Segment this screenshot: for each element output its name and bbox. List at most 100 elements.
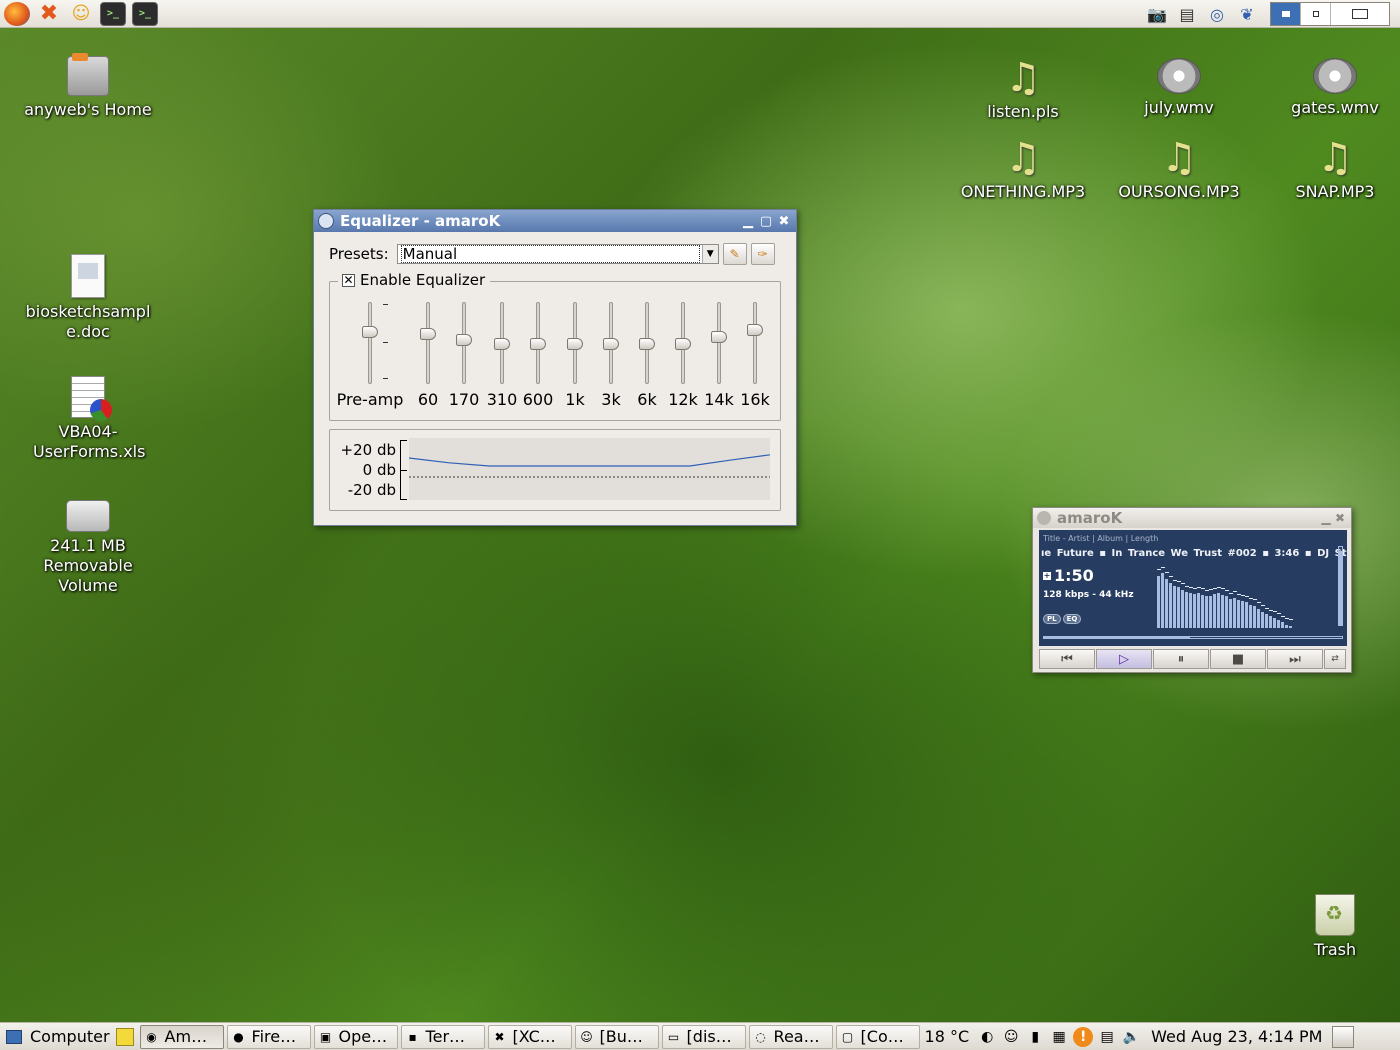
volume-icon[interactable]: 🔈 <box>1121 1027 1141 1047</box>
analyzer-peak <box>1265 607 1269 609</box>
pause-button[interactable]: ⏸ <box>1153 649 1209 669</box>
terminal-launcher[interactable]: >_ <box>100 1 126 26</box>
clipboard-icon[interactable]: ▤ <box>1097 1027 1117 1047</box>
network-icon[interactable]: ◐ <box>977 1027 997 1047</box>
slider-thumb[interactable] <box>494 338 510 350</box>
desktop-icon-biosketch[interactable]: biosketchsampl e.doc <box>13 254 163 342</box>
notes-icon[interactable] <box>115 1027 134 1046</box>
desktop-icon-onething[interactable]: ♫ ONETHING.MP3 <box>948 138 1098 202</box>
db-label-mid: 0 db <box>362 461 396 479</box>
taskbar-item[interactable]: ● Fire… <box>226 1024 311 1049</box>
slider-thumb[interactable] <box>362 326 378 338</box>
slider-thumb[interactable] <box>639 338 655 350</box>
volume-slider[interactable] <box>1338 546 1343 626</box>
analyzer-bar <box>1185 592 1188 628</box>
gaim-icon: ☺ <box>580 1029 593 1044</box>
band-slider-16k[interactable]: 16k <box>735 300 775 410</box>
playlist-toggle-button[interactable]: PL <box>1043 614 1061 624</box>
previous-button[interactable]: ⏮ <box>1039 649 1095 669</box>
close-button[interactable]: ✖ <box>1333 511 1347 525</box>
graph-axis <box>400 440 408 500</box>
desktop-icon-snap[interactable]: ♫ SNAP.MP3 <box>1260 138 1400 202</box>
minimize-button[interactable]: ▁ <box>740 213 756 229</box>
taskbar-item[interactable]: ◉ Am… <box>139 1024 224 1049</box>
analyzer-peak <box>1253 599 1257 601</box>
taskbar-item[interactable]: ☺ [Bu… <box>574 1024 659 1049</box>
terminal-icon: >_ <box>106 8 120 19</box>
taskbar-item[interactable]: ▢ [Co… <box>835 1024 920 1049</box>
taskbar-item-label: [Co… <box>860 1027 904 1046</box>
slider-thumb[interactable] <box>567 338 583 350</box>
desktop-icon-trash[interactable]: Trash <box>1260 894 1400 960</box>
slider-thumb[interactable] <box>456 334 472 346</box>
equalizer-titlebar[interactable]: Equalizer - amaroK ▁ ▢ ✖ <box>314 210 796 232</box>
player-titlebar[interactable]: amaroK ▁ ✖ <box>1033 508 1351 528</box>
stop-button[interactable]: ■ <box>1210 649 1266 669</box>
slider-thumb[interactable] <box>747 324 763 336</box>
music-note-icon: ♫ <box>1005 55 1041 101</box>
analyzer-bar <box>1157 575 1160 628</box>
equalizer-curve <box>408 454 771 478</box>
taskbar-item[interactable]: ▭ [dis… <box>661 1024 746 1049</box>
workspace-1[interactable] <box>1271 3 1301 25</box>
show-desktop-button[interactable] <box>1332 1025 1355 1048</box>
clock[interactable]: Wed Aug 23, 4:14 PM <box>1151 1027 1322 1046</box>
maximize-button[interactable]: ▢ <box>758 213 774 229</box>
close-button[interactable]: ✖ <box>776 213 792 229</box>
slider-thumb[interactable] <box>603 338 619 350</box>
computer-menu-button[interactable]: Computer <box>4 1025 116 1049</box>
gaim-tray-icon[interactable]: ☺ <box>1001 1027 1021 1047</box>
feeds-icon[interactable]: ❦ <box>1234 2 1260 26</box>
taskbar-item-label: [XC… <box>512 1027 556 1046</box>
manage-presets-button[interactable]: ✑ <box>750 243 775 265</box>
camera-icon[interactable]: 📷 <box>1144 2 1170 26</box>
workspace-2[interactable] <box>1301 3 1331 25</box>
analyzer-bar <box>1161 572 1164 628</box>
analyzer-bar <box>1205 596 1208 628</box>
track-progress-slider[interactable] <box>1043 636 1343 639</box>
workspace-3[interactable] <box>1331 3 1389 25</box>
weather-applet[interactable]: 18 °C <box>925 1027 970 1046</box>
terminal-launcher-2[interactable]: >_ <box>132 1 158 26</box>
spectrum-analyzer[interactable] <box>1157 566 1332 628</box>
taskbar-item[interactable]: ◌ Rea… <box>748 1024 833 1049</box>
desktop-icon-listen[interactable]: ♫ listen.pls <box>948 58 1098 122</box>
analyzer-bar <box>1273 617 1276 628</box>
xchat-launcher[interactable]: ✖ <box>36 1 62 26</box>
mode-button[interactable]: ⇄ <box>1324 649 1346 669</box>
enable-equalizer-toggle[interactable]: ✕ Enable Equalizer <box>338 271 491 289</box>
play-button[interactable]: ▷ <box>1096 649 1152 669</box>
taskbar-item[interactable]: ▣ Ope… <box>313 1024 398 1049</box>
gaim-launcher[interactable]: ☺ <box>68 2 94 26</box>
band-sliders: Pre-amp 60 170 310 600 1k 3k 6k 12k 14k 16k <box>330 300 782 409</box>
add-preset-button[interactable]: ✎ <box>722 243 747 265</box>
slider-thumb[interactable] <box>675 338 691 350</box>
desktop-icon-gates[interactable]: gates.wmv <box>1260 58 1400 118</box>
update-icon[interactable]: ▦ <box>1049 1027 1069 1047</box>
preamp-ticks <box>383 304 389 384</box>
tray-icon[interactable]: ▤ <box>1174 2 1200 26</box>
taskbar-item[interactable]: ✖ [XC… <box>487 1024 572 1049</box>
slider-thumb[interactable] <box>530 338 546 350</box>
desktop-icon-vba[interactable]: VBA04-UserForms.xls <box>13 376 163 462</box>
taskbar-item-label: Fire… <box>251 1027 297 1046</box>
desktop-icon-removable[interactable]: 241.1 MB Removable Volume <box>13 500 163 596</box>
desktop-icon-home[interactable]: anyweb's Home <box>13 53 163 120</box>
equalizer-toggle-button[interactable]: EQ <box>1062 614 1082 624</box>
minimize-button[interactable]: ▁ <box>1319 511 1333 525</box>
taskbar-item[interactable]: ▪ Ter… <box>400 1024 485 1049</box>
slider-thumb[interactable] <box>420 328 436 340</box>
time-mode-icon: + <box>1043 570 1051 580</box>
firefox-launcher[interactable] <box>4 1 30 26</box>
taskbar-item-label: Rea… <box>773 1027 820 1046</box>
playback-time[interactable]: + 1:50 <box>1043 566 1094 585</box>
warning-icon[interactable]: ! <box>1073 1026 1094 1047</box>
presets-dropdown[interactable]: Manual ▼ <box>396 244 719 264</box>
enable-equalizer-checkbox[interactable]: ✕ <box>342 273 355 287</box>
rss-icon[interactable]: ◎ <box>1204 2 1230 26</box>
next-button[interactable]: ⏭ <box>1267 649 1323 669</box>
slider-thumb[interactable] <box>711 330 727 343</box>
desktop-icon-oursong[interactable]: ♫ OURSONG.MP3 <box>1104 138 1254 202</box>
desktop-icon-july[interactable]: july.wmv <box>1104 58 1254 118</box>
signal-icon[interactable]: ▮ <box>1025 1027 1045 1047</box>
